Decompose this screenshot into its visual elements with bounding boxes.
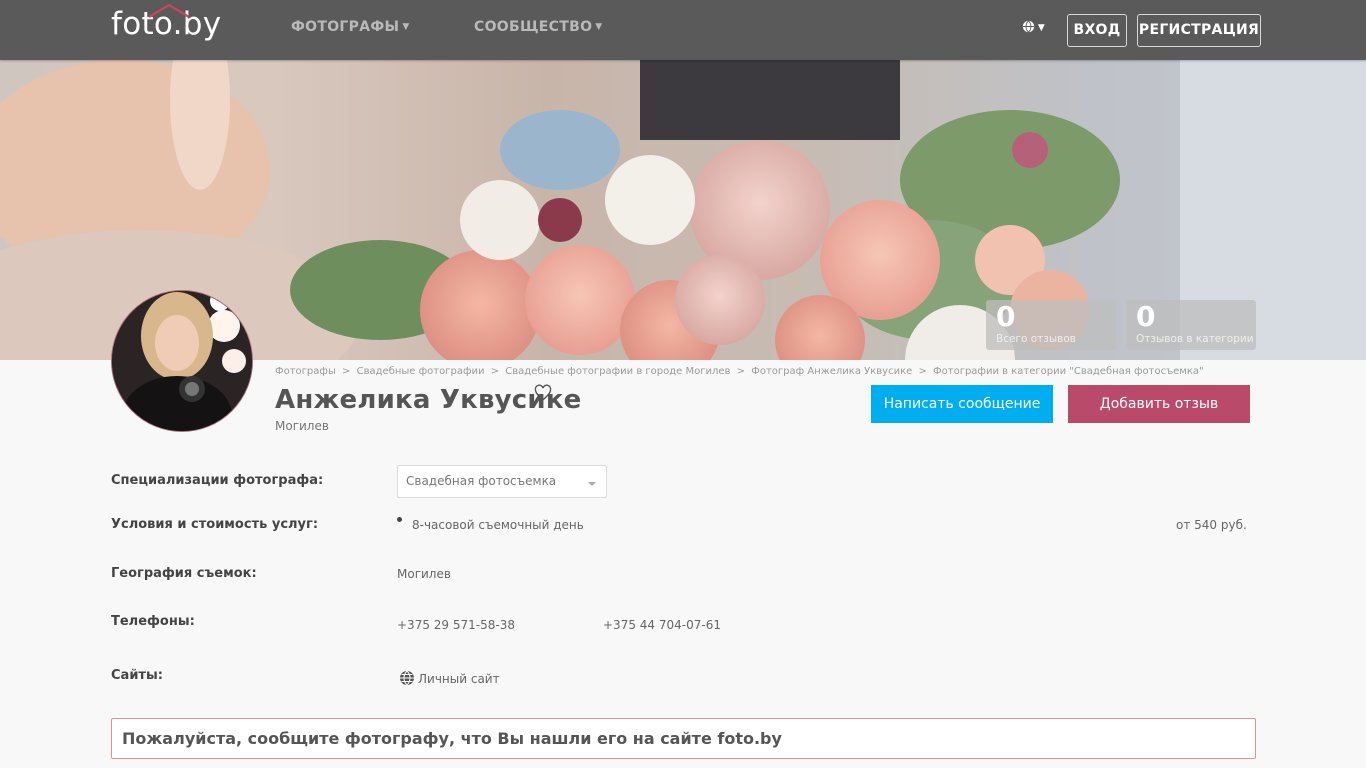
globe-icon — [1022, 20, 1035, 33]
caret-down-icon: ▼ — [1035, 23, 1045, 33]
specializations-label: Специализации фотографа: — [111, 473, 324, 488]
avatar-photo — [112, 291, 252, 431]
notice-box: Пожалуйста, сообщите фотографу, что Вы н… — [111, 718, 1256, 759]
breadcrumb: Фотографы > Свадебные фотографии > Сваде… — [275, 366, 1204, 377]
logo-house-icon — [148, 3, 190, 18]
phone-number[interactable]: +375 29 571-58-38 — [397, 618, 515, 632]
breadcrumb-link[interactable]: Фотограф Анжелика Уквусике — [751, 366, 912, 377]
globe-icon — [400, 670, 414, 686]
add-review-button[interactable]: Добавить отзыв — [1068, 385, 1250, 423]
category-reviews-label: Отзывов в категории — [1136, 333, 1254, 345]
breadcrumb-separator: > — [918, 366, 927, 377]
bullet-icon — [397, 517, 402, 522]
write-message-button[interactable]: Написать сообщение — [871, 385, 1053, 423]
caret-down-icon: ▼ — [402, 22, 410, 32]
breadcrumb-link[interactable]: Фотографы — [275, 366, 336, 377]
total-reviews-label: Всего отзывов — [996, 333, 1076, 345]
avatar[interactable] — [111, 290, 253, 432]
site-logo[interactable]: foto.by — [111, 3, 221, 42]
personal-site-label: Личный сайт — [418, 672, 500, 686]
register-button[interactable]: РЕГИСТРАЦИЯ — [1137, 14, 1261, 47]
breadcrumb-separator: > — [490, 366, 500, 377]
personal-site-link[interactable]: Личный сайт — [399, 670, 500, 686]
login-button[interactable]: ВХОД — [1067, 14, 1127, 47]
specialization-selected: Свадебная фотосъемка — [406, 474, 557, 488]
total-reviews-count: 0 — [996, 300, 1016, 333]
service-price: от 540 руб. — [1176, 518, 1247, 532]
sites-label: Сайты: — [111, 668, 163, 683]
photographer-city: Могилев — [275, 419, 329, 433]
geography-label: География съемок: — [111, 566, 257, 581]
nav-photographers-label: ФОТОГРАФЫ — [291, 19, 400, 35]
language-selector[interactable]: ▼ — [1022, 18, 1045, 36]
breadcrumb-separator: > — [736, 366, 746, 377]
notice-text: Пожалуйста, сообщите фотографу, что Вы н… — [122, 729, 782, 748]
nav-community-label: СООБЩЕСТВО — [474, 19, 593, 35]
geography-value: Могилев — [397, 567, 451, 581]
nav-photographers[interactable]: ФОТОГРАФЫ ▼ — [291, 19, 410, 35]
breadcrumb-current: Фотографии в категории "Свадебная фотосъ… — [933, 366, 1204, 377]
nav-community[interactable]: СООБЩЕСТВО ▼ — [474, 19, 603, 35]
phones-label: Телефоны: — [111, 614, 195, 629]
category-reviews-count: 0 — [1136, 300, 1156, 333]
specialization-select[interactable]: Свадебная фотосъемка — [397, 465, 607, 498]
phone-number[interactable]: +375 44 704-07-61 — [603, 618, 721, 632]
breadcrumb-link[interactable]: Свадебные фотографии в городе Могилев — [505, 366, 730, 377]
top-navbar: foto.by ФОТОГРАФЫ ▼ СООБЩЕСТВО ▼ ▼ ВХОД РЕ… — [0, 0, 1366, 60]
services-label: Условия и стоимость услуг: — [111, 517, 319, 532]
total-reviews-stat: 0 Всего отзывов — [986, 300, 1116, 350]
service-name: 8-часовой съемочный день — [412, 518, 584, 532]
category-reviews-stat: 0 Отзывов в категории — [1126, 300, 1256, 350]
heart-icon[interactable] — [534, 384, 552, 402]
chevron-down-icon — [588, 482, 596, 486]
caret-down-icon: ▼ — [595, 22, 603, 32]
breadcrumb-link[interactable]: Свадебные фотографии — [357, 366, 485, 377]
breadcrumb-separator: > — [342, 366, 351, 377]
